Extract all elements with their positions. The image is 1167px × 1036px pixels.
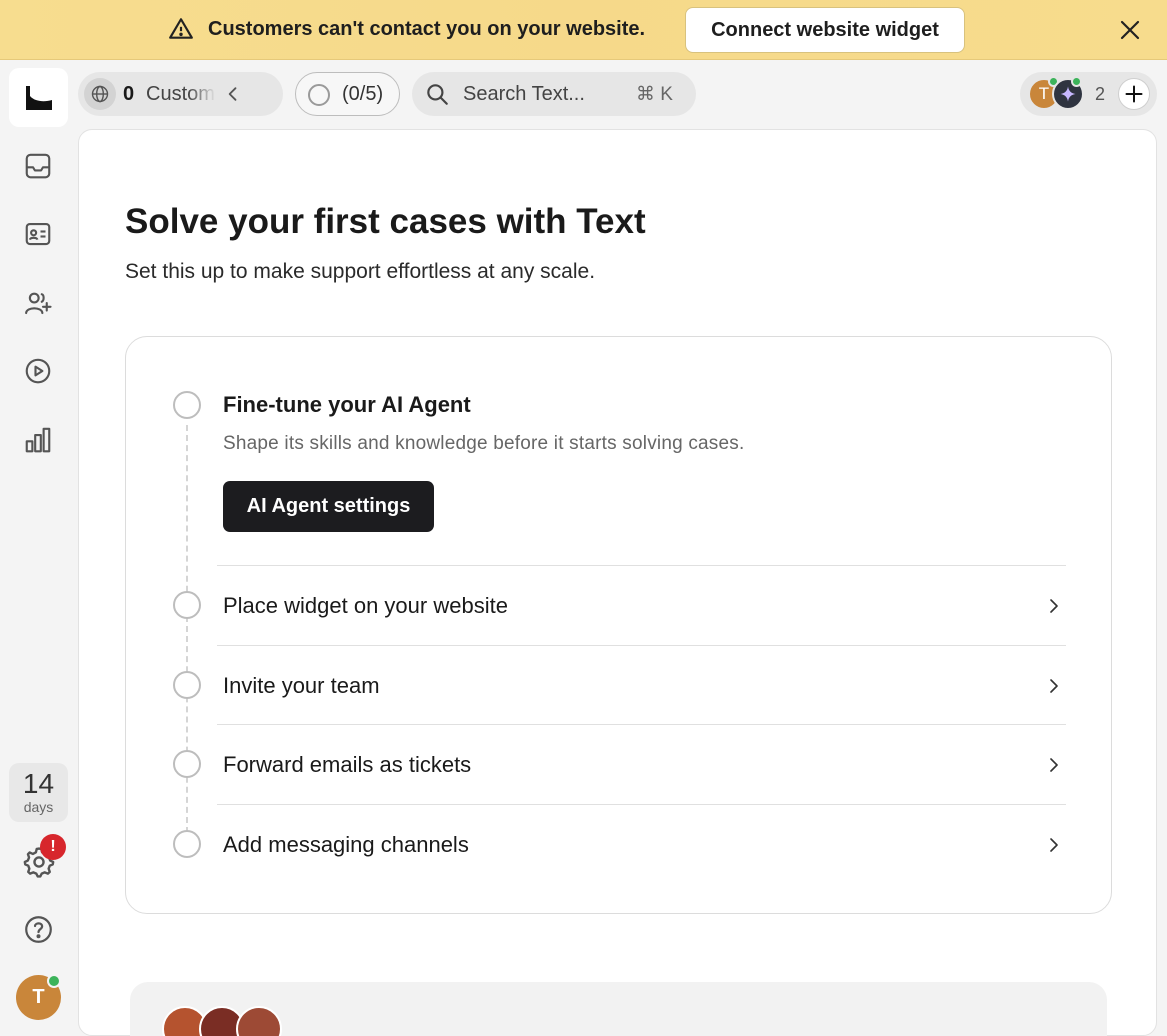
trial-days-badge[interactable]: 14 days [9,763,68,822]
online-status-dot [1071,76,1082,87]
add-button[interactable] [1118,78,1150,110]
chevron-right-icon [1050,679,1058,693]
step-title: Add messaging channels [223,832,469,857]
main-panel: Solve your first cases with Text Set thi… [78,129,1157,1036]
customers-label: Customers [146,83,216,105]
step-description: Shape its skills and knowledge before it… [223,433,745,454]
search-placeholder: Search Text... [463,83,585,105]
inbox-icon[interactable] [23,151,53,181]
plus-icon [1125,85,1143,103]
banner-message: Customers can't contact you on your webs… [208,18,646,40]
team-presence[interactable]: T 2 [1020,72,1157,116]
step-title: Place widget on your website [223,593,508,618]
help-icon[interactable] [23,914,54,945]
step-status-circle[interactable] [173,671,201,699]
step-title: Fine-tune your AI Agent [223,392,471,417]
chevron-left-icon[interactable] [223,84,243,104]
chevron-right-icon [1050,838,1058,852]
person-avatar [236,1006,282,1036]
step-row-forward-emails[interactable]: Forward emails as tickets [217,724,1066,804]
settings-alert-badge: ! [40,834,66,860]
search-icon [427,84,448,105]
onboarding-progress[interactable]: (0/5) [295,72,400,116]
add-user-icon[interactable] [23,288,53,318]
customers-count: 0 [123,83,135,105]
progress-count: (0/5) [342,83,384,105]
step-status-circle[interactable] [173,391,201,419]
warning-triangle-icon [169,18,193,39]
trial-days-number: 14 [22,768,55,799]
step-status-circle[interactable] [173,750,201,778]
progress-ring-icon [308,84,330,106]
sparkle-icon [1060,86,1076,102]
step-row-messaging-channels[interactable]: Add messaging channels [217,804,1066,884]
online-status-dot [47,974,61,988]
ai-agent-settings-button[interactable]: AI Agent settings [223,481,434,532]
logo-icon [25,85,52,110]
play-circle-icon[interactable] [23,356,53,386]
step-title: Forward emails as tickets [223,752,472,777]
chevron-right-icon [1050,758,1058,772]
connect-widget-button[interactable]: Connect website widget [685,7,965,53]
contact-card-icon[interactable] [23,219,53,249]
globe-icon [84,78,116,110]
onboarding-checklist: Fine-tune your AI Agent Shape its skills… [125,336,1112,914]
customers-switcher[interactable]: 0 Customers [78,72,341,116]
search-shortcut: ⌘ K [636,84,673,105]
app-logo[interactable] [9,68,68,127]
chevron-right-icon [1050,599,1058,613]
close-icon[interactable] [1118,18,1142,42]
team-promo-card [130,982,1107,1036]
step-status-circle[interactable] [173,591,201,619]
page-subtitle: Set this up to make support effortless a… [125,260,596,283]
team-count: 2 [1095,84,1106,104]
step-title: Invite your team [223,673,380,698]
step-row-invite-team[interactable]: Invite your team [217,645,1066,725]
page-title: Solve your first cases with Text [125,202,646,241]
trial-days-unit: days [23,799,54,815]
step-status-circle[interactable] [173,830,201,858]
step-row-place-widget[interactable]: Place widget on your website [217,565,1066,645]
bar-chart-icon[interactable] [23,425,53,455]
announcement-banner: Customers can't contact you on your webs… [0,0,1167,60]
